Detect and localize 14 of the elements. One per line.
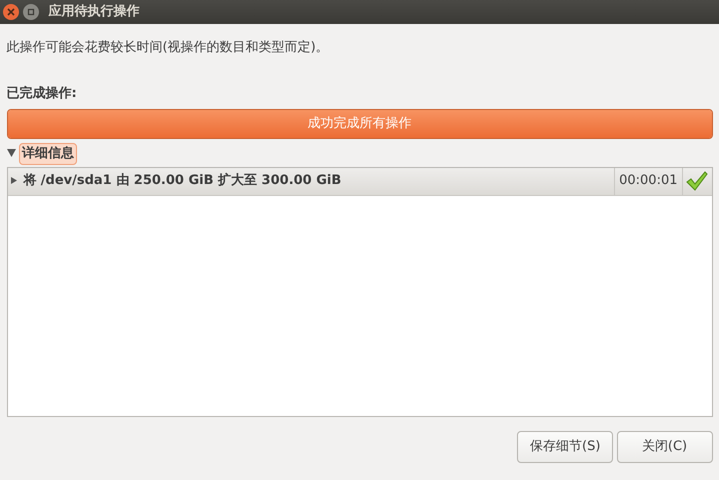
section-label: 已完成操作:: [6, 84, 78, 102]
window-button[interactable]: [22, 4, 38, 20]
operation-time: 00:00:01: [619, 172, 678, 190]
operation-row[interactable]: 将 /dev/sda1 由 250.00 GiB 扩大至 300.00 GiB 00:00:01: [8, 168, 712, 196]
operation-text: 将 /dev/sda1 由 250.00 GiB 扩大至 300.00 GiB: [23, 172, 342, 190]
close-icon: [7, 8, 16, 16]
square-icon: [26, 8, 34, 16]
close-button[interactable]: 关闭(C): [616, 430, 712, 462]
details-expander[interactable]: 详细信息: [18, 143, 77, 164]
description-text: 此操作可能会花费较长时间(视操作的数目和类型而定)。: [6, 39, 330, 57]
window-title: 应用待执行操作: [48, 2, 140, 22]
window-close-button[interactable]: [3, 4, 20, 20]
progress-text: 成功完成所有操作: [308, 115, 412, 134]
save-details-button[interactable]: 保存细节(S): [517, 430, 614, 462]
